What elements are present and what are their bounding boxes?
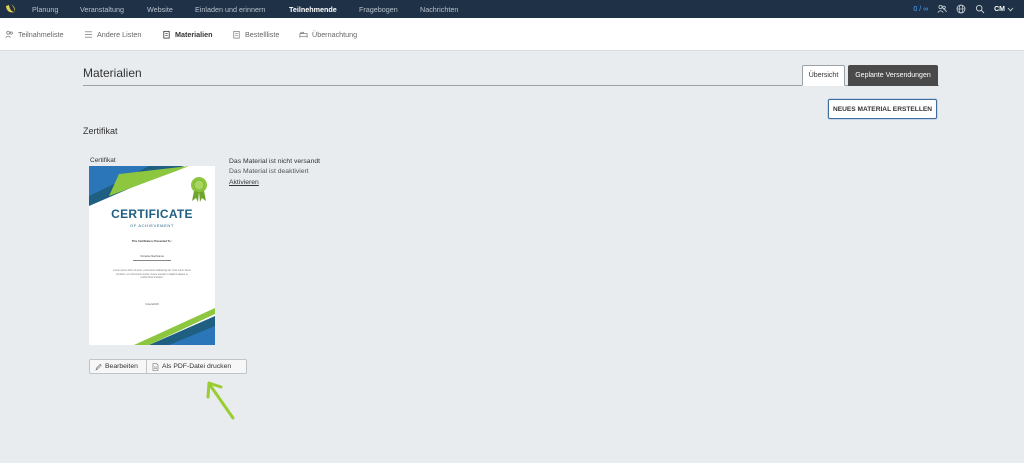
nav-planung[interactable]: Planung	[32, 5, 80, 14]
certificate-subheading: OF ACHIEVEMENT	[130, 223, 174, 228]
sub-navigation-bar: Teilnahmeliste Andere Listen Materialien…	[0, 18, 1024, 51]
user-menu[interactable]: CM	[994, 6, 1014, 13]
certificate-preview[interactable]: CERTIFICATE OF ACHIEVEMENT This Certific…	[89, 166, 215, 345]
file-icon	[163, 30, 170, 39]
people-icon[interactable]	[937, 4, 947, 14]
nav-teilnehmende[interactable]: Teilnehmende	[289, 5, 359, 14]
people-icon	[5, 30, 13, 38]
status-not-sent: Das Material ist nicht versandt	[229, 158, 321, 165]
top-navigation-bar: Planung Veranstaltung Website Einladen u…	[0, 0, 1024, 18]
page-title: Materialien	[83, 66, 142, 80]
material-label: Certifikat	[90, 157, 116, 164]
certificate-body-text: Lorem ipsum dolor sit amet, consectetur …	[113, 269, 191, 280]
status-deactivated: Das Material ist deaktiviert	[229, 168, 309, 176]
certificate-signature: Unterschrift	[145, 303, 159, 306]
subnav-bestellliste[interactable]: Bestellliste	[232, 30, 279, 39]
nav-veranstaltung[interactable]: Veranstaltung	[80, 5, 147, 14]
main-menu: Planung Veranstaltung Website Einladen u…	[32, 0, 480, 18]
subnav-teilnahmeliste[interactable]: Teilnahmeliste	[5, 30, 64, 39]
nav-nachrichten[interactable]: Nachrichten	[420, 5, 480, 14]
nav-einladen-und-erinnern[interactable]: Einladen und erinnern	[195, 5, 289, 14]
certificate-presented-text: This Certificate is Presented To :	[131, 240, 173, 243]
print-pdf-button[interactable]: Als PDF-Datei drucken	[147, 359, 247, 374]
bed-icon	[299, 31, 308, 38]
tab-geplante-versendungen[interactable]: Geplante Versendungen	[848, 65, 938, 86]
document-icon	[152, 362, 159, 371]
chevron-down-icon	[1007, 7, 1014, 11]
pencil-icon	[95, 363, 102, 371]
subnav-materialien[interactable]: Materialien	[162, 30, 213, 39]
app-logo-icon[interactable]	[4, 2, 18, 16]
search-icon[interactable]	[975, 4, 985, 14]
user-initials: CM	[994, 5, 1005, 13]
annotation-arrow-icon	[206, 381, 235, 420]
subnav-label: Andere Listen	[97, 30, 142, 39]
activate-link[interactable]: Aktivieren	[229, 178, 320, 188]
subnav-label: Übernachtung	[312, 30, 358, 39]
section-title: Zertifikat	[83, 126, 118, 136]
subnav-label: Bestellliste	[245, 30, 280, 39]
top-right-tools: 0 / ∞ CM	[913, 0, 1014, 18]
participant-counter: 0 / ∞	[913, 5, 929, 13]
subnav-label: Teilnahmeliste	[18, 30, 64, 39]
nav-website[interactable]: Website	[147, 5, 195, 14]
edit-button-label: Bearbeiten	[105, 363, 138, 370]
certificate-name-line	[133, 260, 171, 261]
subnav-uebernachtung[interactable]: Übernachtung	[299, 30, 357, 39]
material-actions: Bearbeiten Als PDF-Datei drucken	[89, 359, 247, 374]
subnav-andere-listen[interactable]: Andere Listen	[84, 30, 141, 39]
new-material-button[interactable]: NEUES MATERIAL ERSTELLEN	[828, 99, 937, 119]
material-status: Das Material ist nicht versandt Das Mate…	[229, 157, 320, 188]
edit-button[interactable]: Bearbeiten	[89, 359, 147, 374]
certificate-heading: CERTIFICATE	[111, 207, 193, 221]
subnav-label: Materialien	[175, 30, 213, 39]
certificate-name: Vorname Nachname	[140, 255, 164, 258]
tab-uebersicht[interactable]: Übersicht	[802, 65, 845, 86]
clipboard-icon	[233, 30, 240, 39]
list-icon	[84, 31, 93, 38]
nav-fragebogen[interactable]: Fragebogen	[359, 5, 420, 14]
globe-icon[interactable]	[956, 4, 966, 14]
print-pdf-button-label: Als PDF-Datei drucken	[162, 363, 232, 370]
